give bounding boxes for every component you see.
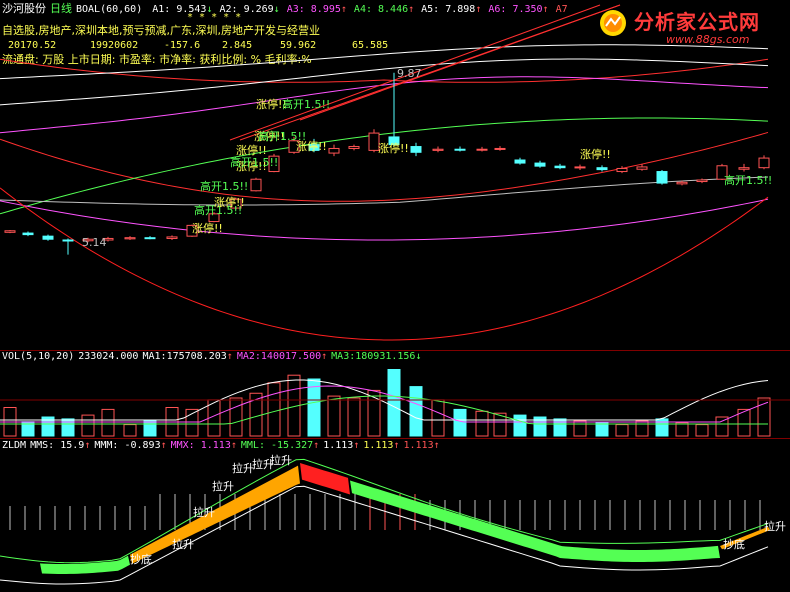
high-price-label: 9.87 [397, 67, 422, 80]
limit-up-annotation: 涨停!! [296, 139, 327, 153]
volume-bar[interactable] [655, 418, 669, 437]
volume-bar[interactable] [123, 424, 137, 437]
volume-bar[interactable] [635, 420, 649, 437]
candlestick[interactable] [124, 236, 136, 240]
volume-bar[interactable] [513, 414, 527, 437]
zldm-v6: 1.113 [363, 440, 394, 451]
candlestick[interactable] [554, 163, 566, 170]
candlestick[interactable] [250, 177, 262, 192]
limit-up-annotation: 涨停!! [214, 195, 245, 209]
trend-ray-line [299, 4, 621, 121]
candlestick[interactable] [514, 157, 526, 165]
v5-arrow: ↑ [353, 440, 360, 451]
gap-up-annotation: 高开1.5!! [230, 155, 278, 169]
candlestick[interactable] [738, 163, 750, 172]
volume-bar[interactable] [475, 410, 489, 437]
price-chart[interactable]: 涨停!!高开1.5!!涨停!!高开1.5!!涨停!!高开1.5!!涨停!!涨停!… [0, 0, 790, 350]
pull-up-annotation: 拉升 [232, 461, 254, 475]
mmm-arrow: ↑ [160, 440, 167, 451]
volume-bar[interactable] [431, 399, 445, 437]
volume-bar[interactable] [143, 420, 157, 437]
band-a6-line [0, 198, 769, 241]
pull-up-annotation: 拉升 [270, 453, 292, 467]
limit-up-annotation: 涨停!! [192, 221, 223, 235]
gap-up-annotation: 高开1.5!! [282, 97, 330, 111]
candlestick[interactable] [4, 230, 16, 234]
v6-arrow: ↑ [393, 440, 400, 451]
zldm-header: ZLDM MMS: 15.9↑ MMM: -0.893↑ MMX: 1.113↑ MML… [2, 439, 440, 453]
volume-bar[interactable] [615, 424, 629, 437]
candlestick[interactable] [574, 164, 586, 170]
limit-up-annotation: 涨停!! [580, 147, 611, 161]
mmx-value: 1.113 [200, 440, 231, 451]
mms-arrow: ↑ [84, 440, 91, 451]
pull-up-annotation: 拉升 [172, 537, 194, 551]
candlestick[interactable] [476, 146, 488, 152]
zldm-chart[interactable]: 抄底拉升拉升拉升拉升拉升拉升抄底拉升 [0, 452, 790, 592]
candlestick[interactable] [696, 178, 708, 184]
volume-bar[interactable] [695, 424, 709, 437]
volume-bar[interactable] [61, 418, 75, 437]
band-a7-line [0, 58, 769, 83]
limit-up-annotation: 涨停!! [378, 141, 409, 155]
volume-chart[interactable] [0, 360, 790, 438]
zldm-red-ribbon [300, 463, 350, 495]
candlestick[interactable] [410, 142, 422, 157]
candlestick[interactable] [534, 160, 546, 168]
candlestick[interactable] [454, 146, 466, 152]
volume-bar[interactable] [553, 418, 567, 437]
volume-bar[interactable] [267, 382, 281, 437]
candlestick[interactable] [22, 231, 34, 237]
candlestick[interactable] [144, 236, 156, 240]
candlestick[interactable] [166, 235, 178, 240]
v7-arrow: ↑ [433, 440, 440, 451]
bottom-fishing-annotation: 抄底 [130, 552, 152, 566]
candlestick[interactable] [596, 165, 608, 172]
volume-bar[interactable] [387, 369, 401, 437]
pull-up-annotation: 拉升 [193, 505, 215, 519]
pull-up-annotation: 拉升 [212, 479, 234, 493]
pull-up-annotation: 拉升 [764, 519, 786, 533]
volume-bar[interactable] [229, 397, 243, 437]
bottom-fishing-annotation: 抄底 [723, 537, 745, 551]
volume-bar[interactable] [327, 395, 341, 437]
candlestick[interactable] [758, 155, 770, 170]
band-a3-line [0, 76, 769, 134]
gap-up-annotation: 高开1.5!! [724, 173, 772, 187]
volume-bar[interactable] [409, 386, 423, 437]
candlestick[interactable] [494, 146, 506, 151]
low-price-label: 5.14 [82, 236, 107, 249]
mml-arrow: ↑ [313, 440, 320, 451]
band-bottom-line [0, 187, 769, 341]
candlestick[interactable] [432, 146, 444, 153]
zldm-green-ribbon [40, 555, 130, 574]
mmx-label: MMX: [170, 440, 195, 451]
candlestick[interactable] [42, 234, 54, 241]
volume-bar[interactable] [101, 408, 115, 437]
volume-bar[interactable] [347, 397, 361, 437]
gap-up-annotation: 高开1.5!! [200, 179, 248, 193]
volume-bar[interactable] [453, 408, 467, 437]
candlestick[interactable] [62, 238, 74, 255]
candlestick[interactable] [348, 144, 360, 151]
mmm-value: -0.893 [124, 440, 161, 451]
zldm-title[interactable]: ZLDM [2, 440, 26, 451]
mms-label: MMS: [30, 440, 55, 451]
volume-bar[interactable] [675, 422, 689, 437]
mml-label: MML: [240, 440, 265, 451]
candlestick[interactable] [656, 170, 668, 185]
mms-value: 15.9 [60, 440, 85, 451]
volume-bar[interactable] [81, 414, 95, 437]
vol-ma2-line [0, 385, 769, 423]
mmx-arrow: ↑ [230, 440, 237, 451]
mml-value: -15.327 [271, 440, 314, 451]
zldm-v7: 1.113 [403, 440, 434, 451]
zldm-v5: 1.113 [323, 440, 354, 451]
candlestick[interactable] [328, 144, 340, 157]
band-a4-line [0, 117, 769, 215]
mmm-label: MMM: [94, 440, 119, 451]
volume-bar[interactable] [595, 422, 609, 437]
volume-bar[interactable] [573, 420, 587, 437]
limit-up-annotation: 涨停!! [236, 143, 267, 157]
